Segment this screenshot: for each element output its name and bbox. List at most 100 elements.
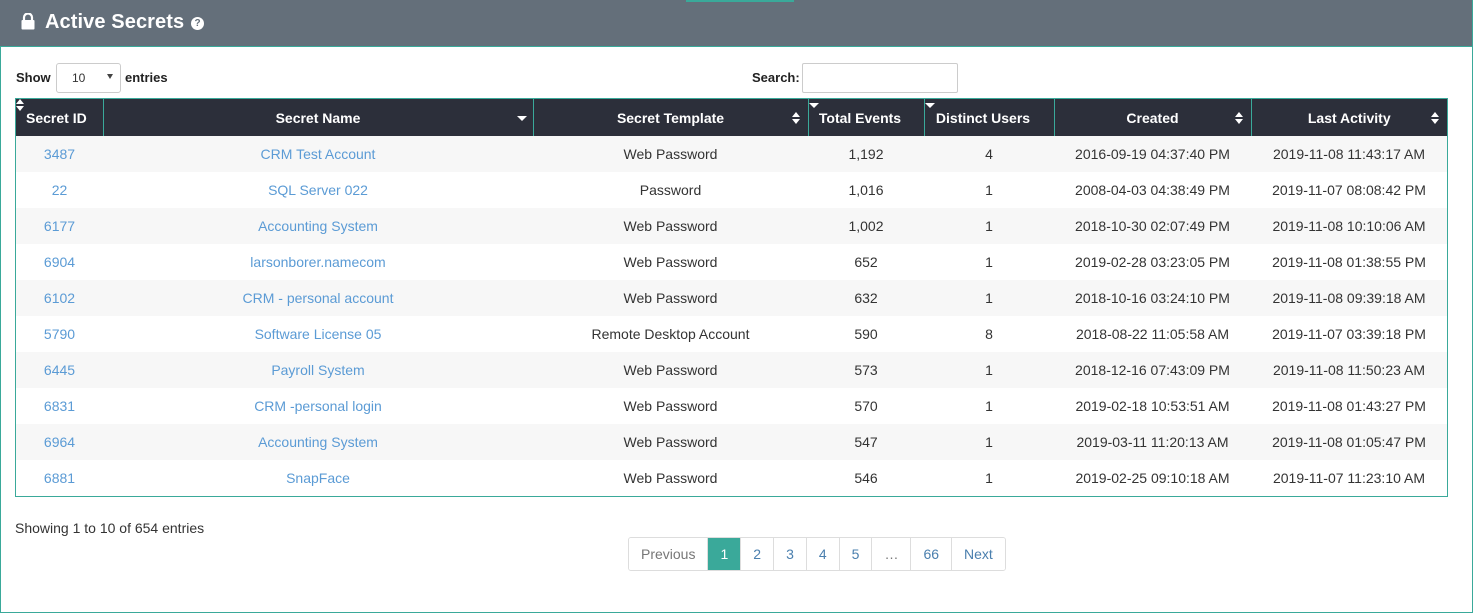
cell-created: 2019-03-11 11:20:13 AM	[1076, 434, 1229, 450]
cell-distinct-users: 4	[985, 146, 993, 162]
cell-secret-id[interactable]: 6904	[16, 244, 103, 280]
cell-secret-template: Web Password	[623, 362, 718, 378]
cell-total-events: 546	[854, 470, 878, 486]
cell-secret-id[interactable]: 22	[16, 172, 103, 208]
cell-secret-name[interactable]: Accounting System	[103, 208, 533, 244]
table-row: 6102 CRM - personal account Web Password 63…	[16, 280, 1447, 316]
cell-created: 2019-02-28 03:23:05 PM	[1075, 254, 1230, 270]
lock-icon	[21, 13, 35, 30]
cell-secret-id[interactable]: 6102	[16, 280, 103, 316]
help-icon[interactable]: ?	[191, 17, 204, 30]
column-header-label: Secret Name	[275, 109, 361, 126]
column-header-total-events[interactable]: Total Events	[808, 99, 925, 136]
cell-total-events: 573	[854, 362, 878, 378]
cell-secret-name[interactable]: CRM -personal login	[103, 388, 533, 424]
cell-secret-name[interactable]: CRM - personal account	[103, 280, 533, 316]
cell-secret-template: Web Password	[623, 398, 718, 414]
panel-header: Active Secrets ?	[0, 0, 1472, 47]
cell-secret-name[interactable]: Software License 05	[103, 316, 533, 352]
cell-created: 2019-02-25 09:10:18 AM	[1075, 470, 1230, 486]
previous-page-button[interactable]: Previous	[629, 538, 709, 570]
column-header-label: Last Activity	[1307, 109, 1391, 126]
page-button-2[interactable]: 2	[741, 538, 775, 570]
page-button-3[interactable]: 3	[774, 538, 807, 570]
cell-secret-template: Web Password	[623, 146, 718, 162]
entries-per-page-select[interactable]: 10	[56, 63, 121, 93]
table-row: 6881 SnapFace Web Password 546 1 2019-02-25 0…	[16, 460, 1447, 496]
cell-secret-name[interactable]: CRM Test Account	[103, 136, 533, 172]
sort-desc-icon	[1034, 113, 1042, 125]
column-header-label: Created	[1126, 109, 1179, 126]
cell-created: 2016-09-19 04:37:40 PM	[1075, 146, 1230, 162]
column-header-secret-id[interactable]: Secret ID	[16, 99, 104, 136]
sort-desc-icon	[905, 113, 913, 125]
cell-distinct-users: 1	[985, 362, 993, 378]
cell-secret-name[interactable]: SnapFace	[103, 460, 533, 496]
table-row: 5790 Software License 05 Remote Desktop Ac…	[16, 316, 1447, 352]
table-body: 3487 CRM Test Account Web Password 1,192 4 20…	[16, 136, 1447, 496]
page-button-5[interactable]: 5	[839, 538, 873, 570]
show-label: Show	[16, 70, 51, 85]
column-header-created[interactable]: Created	[1054, 99, 1252, 136]
cell-secret-id[interactable]: 3487	[16, 136, 103, 172]
search-input[interactable]	[802, 63, 958, 93]
cell-last-activity: 2019-11-08 01:05:47 PM	[1272, 434, 1426, 450]
column-header-label: Secret Template	[616, 109, 725, 126]
column-header-secret-name[interactable]: Secret Name	[103, 99, 534, 136]
entries-label: entries	[125, 70, 168, 85]
cell-secret-id[interactable]: 6445	[16, 352, 103, 388]
column-header-distinct-users[interactable]: Distinct Users	[924, 99, 1055, 136]
column-header-label: Total Events	[818, 109, 902, 126]
page-button-1[interactable]: 1	[708, 538, 742, 570]
cell-distinct-users: 1	[985, 218, 993, 234]
secrets-table: Secret ID Secret Name Secret Template To…	[15, 98, 1448, 497]
column-header-secret-template[interactable]: Secret Template	[533, 99, 809, 136]
pagination: Previous 1 2 3 4 5… 66 Next	[628, 537, 1006, 571]
table-info: Showing 1 to 10 of 654 entries	[15, 520, 205, 536]
cell-total-events: 547	[854, 434, 878, 450]
page-title: Active Secrets	[45, 11, 185, 33]
cell-secret-id[interactable]: 6881	[16, 460, 103, 496]
cell-created: 2018-10-16 03:24:10 PM	[1075, 290, 1230, 306]
table-row: 3487 CRM Test Account Web Password 1,192 4 20…	[16, 136, 1447, 172]
chevron-down-icon	[107, 74, 113, 79]
page-button-4[interactable]: 4	[806, 538, 840, 570]
cell-secret-id[interactable]: 6964	[16, 424, 103, 460]
sort-icon	[791, 111, 800, 124]
cell-created: 2018-08-22 11:05:58 AM	[1075, 326, 1230, 342]
cell-total-events: 632	[854, 290, 878, 306]
cell-distinct-users: 1	[985, 434, 993, 450]
table-row: 6904 larsonborer.namecom Web Password 652 1 2…	[16, 244, 1447, 280]
page-button-66[interactable]: 66	[911, 538, 953, 570]
cell-total-events: 570	[854, 398, 878, 414]
cell-total-events: 652	[854, 254, 878, 270]
cell-created: 2018-12-16 07:43:09 PM	[1075, 362, 1230, 378]
cell-last-activity: 2019-11-07 03:39:18 PM	[1272, 326, 1426, 342]
table-row: 6445 Payroll System Web Password 573 1 2018-1…	[16, 352, 1447, 388]
pagination-ellipsis: …	[872, 538, 912, 570]
sort-icon	[1234, 111, 1243, 124]
cell-last-activity: 2019-11-07 11:23:10 AM	[1272, 470, 1426, 486]
cell-secret-template: Web Password	[623, 470, 718, 486]
cell-secret-name[interactable]: Accounting System	[103, 424, 533, 460]
cell-created: 2019-02-18 10:53:51 AM	[1075, 398, 1230, 414]
column-header-last-activity[interactable]: Last Activity	[1251, 99, 1447, 136]
cell-total-events: 1,016	[848, 182, 884, 198]
cell-last-activity: 2019-11-08 09:39:18 AM	[1272, 290, 1426, 306]
cell-created: 2008-04-03 04:38:49 PM	[1075, 182, 1230, 198]
cell-last-activity: 2019-11-08 10:10:06 AM	[1272, 218, 1426, 234]
cell-secret-template: Web Password	[623, 218, 718, 234]
table-row: 6177 Accounting System Web Password 1,002 1 2…	[16, 208, 1447, 244]
cell-secret-template: Web Password	[623, 434, 718, 450]
cell-secret-id[interactable]: 6177	[16, 208, 103, 244]
cell-secret-id[interactable]: 6831	[16, 388, 103, 424]
cell-secret-name[interactable]: Payroll System	[103, 352, 533, 388]
next-page-button[interactable]: Next	[952, 538, 1005, 570]
cell-distinct-users: 1	[985, 290, 993, 306]
sort-desc-icon	[516, 112, 527, 124]
cell-distinct-users: 1	[985, 254, 993, 270]
cell-distinct-users: 1	[985, 182, 993, 198]
cell-secret-id[interactable]: 5790	[16, 316, 103, 352]
cell-secret-name[interactable]: SQL Server 022	[103, 172, 533, 208]
cell-secret-name[interactable]: larsonborer.namecom	[103, 244, 533, 280]
